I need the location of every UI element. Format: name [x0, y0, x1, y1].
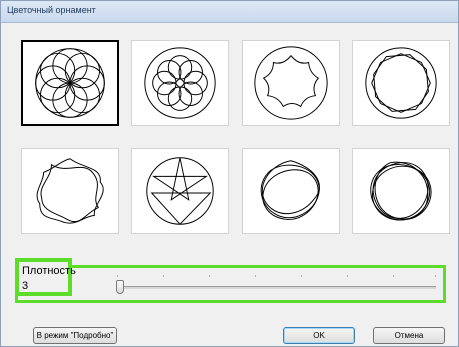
pattern-icon-rose-circles [35, 48, 105, 118]
density-slider-group [15, 265, 446, 303]
window-title: Цветочный орнамент [7, 5, 96, 15]
title-bar[interactable]: Цветочный орнамент [1, 1, 458, 23]
pattern-tile-octagon-star[interactable] [352, 40, 450, 126]
density-slider-track[interactable] [117, 286, 436, 289]
slider-tick [117, 275, 118, 277]
pattern-icon-loop-flower [144, 47, 216, 119]
ok-button[interactable]: OK [283, 327, 355, 344]
pattern-tile-loop-star[interactable] [242, 148, 340, 234]
cancel-button[interactable]: Отмена [373, 327, 445, 344]
pattern-icon-octagon-star [365, 47, 437, 119]
pattern-tile-scalloped-flower[interactable] [242, 40, 340, 126]
slider-tick [301, 275, 302, 277]
pattern-tile-dense-loop-star[interactable] [352, 148, 450, 234]
slider-tick [393, 275, 394, 277]
density-label-box: Плотность 3 [15, 258, 76, 296]
pattern-tile-rose-circles[interactable] [21, 40, 119, 126]
density-label: Плотность [22, 265, 76, 277]
slider-tick [435, 275, 436, 277]
density-slider-thumb[interactable] [116, 280, 124, 294]
pattern-tile-wave-star[interactable] [21, 148, 119, 234]
slider-tick [163, 275, 164, 277]
detail-mode-button[interactable]: В режим "Подробно" [33, 327, 117, 344]
pattern-icon-wave-star [36, 158, 104, 224]
density-value: 3 [22, 280, 29, 292]
pattern-grid [15, 34, 450, 246]
slider-tick [255, 275, 256, 277]
pattern-icon-spike-star [146, 157, 214, 225]
pattern-icon-dense-loop-star [370, 161, 432, 221]
pattern-icon-loop-star [260, 160, 320, 220]
pattern-tile-loop-flower[interactable] [131, 40, 229, 126]
pattern-tile-spike-star[interactable] [131, 148, 229, 234]
slider-tick [347, 275, 348, 277]
slider-tick [209, 275, 210, 277]
flower-ornament-dialog: Цветочный орнамент Плотность 3 В режим "… [0, 0, 459, 347]
pattern-icon-scalloped-flower [254, 46, 328, 120]
